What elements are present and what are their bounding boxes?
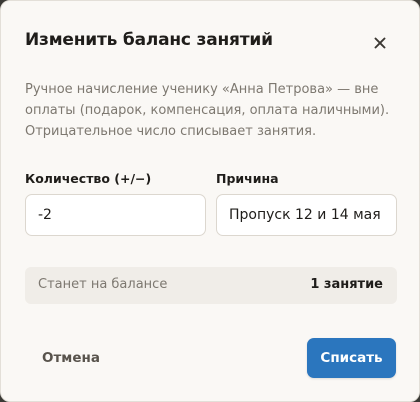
submit-button[interactable]: Списать — [307, 338, 396, 378]
balance-value: 1 занятие — [310, 277, 383, 292]
balance-dialog: Изменить баланс занятий Ручное начислени… — [0, 0, 420, 402]
balance-summary: Станет на балансе 1 занятие — [25, 267, 397, 304]
quantity-input[interactable] — [25, 194, 206, 236]
dialog-description: Ручное начисление ученику «Анна Петрова»… — [25, 82, 390, 139]
dialog-title: Изменить баланс занятий — [25, 30, 273, 50]
close-button[interactable] — [365, 29, 395, 57]
cancel-button[interactable]: Отмена — [27, 339, 111, 377]
close-icon — [374, 37, 386, 49]
reason-input[interactable] — [216, 194, 397, 236]
reason-label: Причина — [216, 171, 279, 186]
balance-label: Станет на балансе — [38, 277, 168, 292]
quantity-label: Количество (+/−) — [25, 171, 152, 186]
